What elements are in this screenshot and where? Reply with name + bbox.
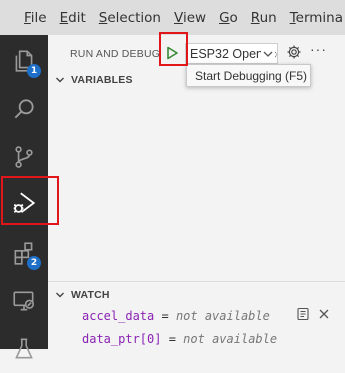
menu-go[interactable]: Go — [219, 10, 238, 26]
watch-value: not available — [175, 309, 270, 323]
watch-item[interactable]: data_ptr[0] = not available — [82, 332, 277, 346]
chevron-down-icon — [261, 47, 275, 61]
flask-icon — [15, 338, 33, 359]
section-divider — [48, 281, 345, 282]
activity-source-control[interactable] — [0, 133, 48, 181]
tooltip-text: Start Debugging (F5) — [195, 68, 308, 83]
start-debugging-button[interactable] — [160, 42, 184, 64]
source-control-icon — [15, 146, 33, 168]
menu-edit[interactable]: Edit — [60, 10, 86, 26]
variables-title: VARIABLES — [71, 74, 133, 86]
watch-title: WATCH — [71, 289, 110, 301]
watch-item[interactable]: accel_data = not available — [82, 309, 270, 323]
watch-equals: = — [154, 309, 176, 323]
activity-search[interactable] — [0, 85, 48, 133]
menu-file[interactable]: File — [24, 10, 47, 26]
watch-expression: data_ptr[0] — [82, 332, 162, 346]
edit-expression-icon[interactable] — [296, 307, 310, 321]
remote-explorer-icon — [13, 291, 35, 311]
search-icon — [14, 99, 34, 119]
watch-equals: = — [161, 332, 184, 346]
watch-expression: accel_data — [82, 309, 155, 323]
menu-run[interactable]: Run — [251, 10, 277, 26]
watch-value: not available — [183, 332, 278, 346]
run-debug-icon — [13, 192, 36, 213]
chevron-down-icon — [56, 77, 64, 83]
close-icon[interactable] — [317, 307, 331, 321]
extensions-badge: 2 — [27, 256, 41, 270]
activity-bar: 1 2 — [0, 35, 48, 359]
menu-bar: File Edit Selection View Go Run Termina — [0, 0, 345, 35]
activity-run-debug[interactable] — [0, 179, 48, 227]
start-debugging-tooltip: Start Debugging (F5) — [186, 64, 311, 87]
activity-explorer[interactable]: 1 — [0, 37, 48, 85]
debug-config-select[interactable]: ESP32 Openocd — [185, 43, 278, 64]
gear-icon[interactable] — [286, 44, 302, 60]
run-and-debug-panel: RUN AND DEBUG ESP32 Openocd ··· Start De… — [48, 35, 345, 349]
activity-extensions[interactable]: 2 — [0, 229, 48, 277]
activity-remote-explorer[interactable] — [0, 277, 48, 325]
chevron-down-icon — [56, 292, 64, 298]
watch-section-header[interactable]: WATCH — [54, 289, 110, 301]
run-and-debug-title: RUN AND DEBUG — [70, 48, 161, 60]
menu-view[interactable]: View — [174, 10, 206, 26]
activity-testing[interactable] — [0, 325, 48, 373]
menu-terminal[interactable]: Termina — [290, 10, 343, 26]
variables-section-header[interactable]: VARIABLES — [54, 74, 133, 86]
more-actions-icon[interactable]: ··· — [310, 41, 327, 57]
explorer-badge: 1 — [27, 64, 41, 78]
play-icon — [167, 46, 178, 60]
menu-selection[interactable]: Selection — [99, 10, 161, 26]
